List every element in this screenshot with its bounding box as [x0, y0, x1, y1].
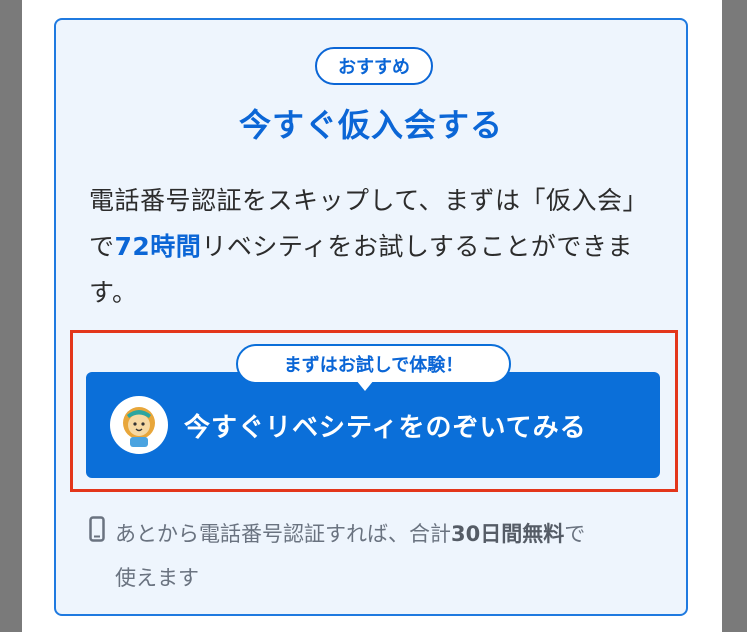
footnote-text-1: あとから電話番号認証すれば、合計	[115, 522, 451, 546]
card-description: 電話番号認証をスキップして、まずは「仮入会」で72時間リベシティをお試しすること…	[89, 178, 659, 316]
footnote-text-2: で	[564, 522, 586, 546]
trial-signup-card: おすすめ 今すぐ仮入会する 電話番号認証をスキップして、まずは「仮入会」で72時…	[54, 18, 688, 616]
card-title: 今すぐ仮入会する	[238, 106, 503, 144]
try-now-label: 今すぐリベシティをのぞいてみる	[184, 412, 587, 443]
smartphone-icon	[89, 516, 105, 542]
footnote-line-2: 使えます	[115, 566, 199, 590]
trial-speech-bubble: まずはお試しで体験！	[236, 344, 511, 384]
lion-mascot-icon	[110, 396, 168, 454]
footnote-free-period: 30日間無料	[451, 522, 565, 546]
recommended-badge: おすすめ	[315, 47, 433, 85]
footnote: あとから電話番号認証すれば、合計30日間無料で 使えます	[89, 512, 659, 600]
page: おすすめ 今すぐ仮入会する 電話番号認証をスキップして、まずは「仮入会」で72時…	[22, 0, 722, 632]
speech-bubble-tail	[356, 380, 374, 391]
footnote-line-1: あとから電話番号認証すれば、合計30日間無料で	[89, 512, 659, 556]
description-highlight: 72時間	[114, 232, 202, 261]
